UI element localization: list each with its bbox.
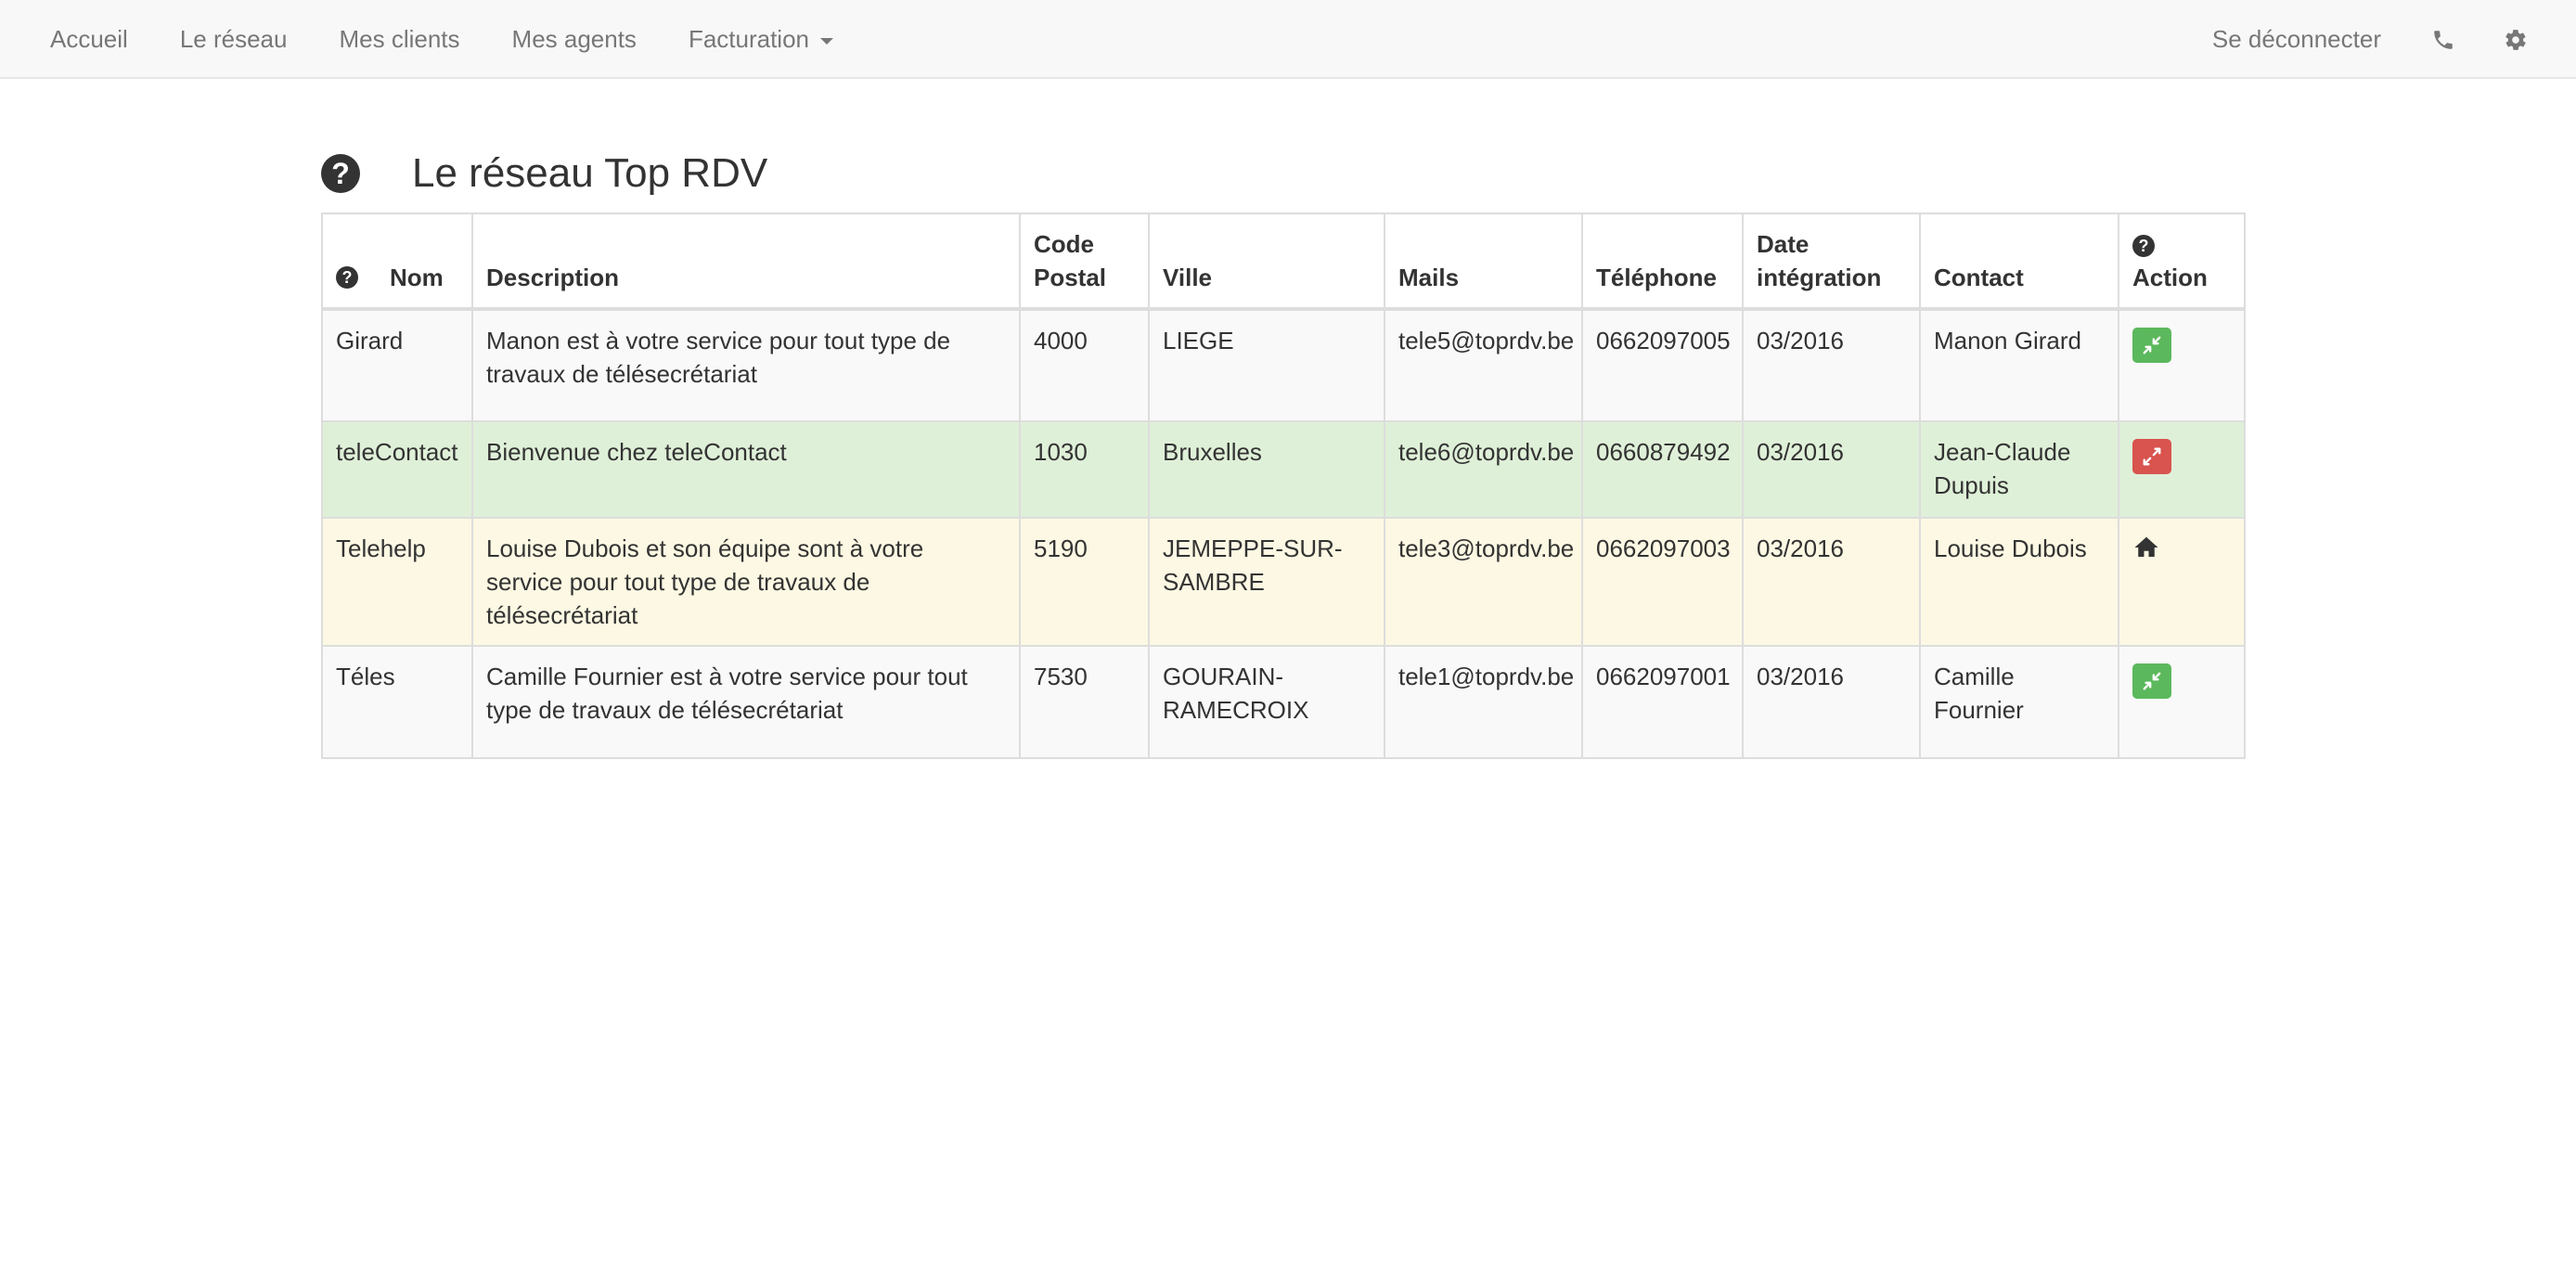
- help-icon[interactable]: ?: [2132, 235, 2155, 258]
- cell-ville: GOURAIN-RAMECROIX: [1148, 645, 1385, 759]
- table-row: Telehelp Louise Dubois et son équipe son…: [321, 517, 2246, 647]
- cell-telephone: 0662097001: [1581, 645, 1744, 759]
- cell-nom: Telehelp: [321, 517, 473, 647]
- cell-action: [2118, 645, 2246, 759]
- column-header-date-integration[interactable]: Date intégration: [1742, 212, 1921, 311]
- column-header-contact[interactable]: Contact: [1919, 212, 2119, 311]
- cell-description: Bienvenue chez teleContact: [471, 420, 1021, 519]
- navbar: Accueil Le réseau Mes clients Mes agents…: [0, 0, 2576, 79]
- cell-mail: tele5@toprdv.be: [1384, 308, 1583, 422]
- column-header-nom[interactable]: ? Nom: [321, 212, 473, 311]
- cell-contact: Manon Girard: [1919, 308, 2119, 422]
- column-header-code-postal-line2: Postal: [1034, 264, 1107, 291]
- nav-item-mes-agents[interactable]: Mes agents: [486, 25, 663, 54]
- cell-code-postal: 1030: [1019, 420, 1150, 519]
- cell-ville: Bruxelles: [1148, 420, 1385, 519]
- cell-contact: Jean-Claude Dupuis: [1919, 420, 2119, 519]
- column-header-action-label: Action: [2132, 264, 2208, 291]
- nav-item-facturation[interactable]: Facturation: [663, 25, 859, 54]
- cell-mail: tele6@toprdv.be: [1384, 420, 1583, 519]
- table-row: teleContact Bienvenue chez teleContact 1…: [321, 420, 2246, 519]
- column-header-date-line1: Date: [1757, 230, 1810, 258]
- nav-item-mes-clients[interactable]: Mes clients: [313, 25, 485, 54]
- cell-telephone: 0660879492: [1581, 420, 1744, 519]
- cell-date: 03/2016: [1742, 308, 1921, 422]
- column-header-mails[interactable]: Mails: [1384, 212, 1583, 311]
- cell-code-postal: 7530: [1019, 645, 1150, 759]
- column-header-telephone[interactable]: Téléphone: [1581, 212, 1744, 311]
- cell-mail: tele3@toprdv.be: [1384, 517, 1583, 647]
- column-header-code-postal[interactable]: Code Postal: [1019, 212, 1150, 311]
- compress-icon: [2143, 672, 2161, 690]
- cell-contact: Louise Dubois: [1919, 517, 2119, 647]
- table-header-row: ? Nom Description Code Postal Ville Mails …: [321, 212, 2246, 311]
- cell-code-postal: 4000: [1019, 308, 1150, 422]
- cell-telephone: 0662097003: [1581, 517, 1744, 647]
- nav-item-accueil[interactable]: Accueil: [24, 25, 154, 54]
- cell-nom: teleContact: [321, 420, 473, 519]
- caret-down-icon: [820, 37, 834, 45]
- table-row: Téles Camille Fournier est à votre servi…: [321, 645, 2246, 759]
- logout-link[interactable]: Se déconnecter: [2186, 25, 2407, 54]
- cell-date: 03/2016: [1742, 420, 1921, 519]
- network-table: ? Nom Description Code Postal Ville Mails …: [321, 212, 2246, 759]
- gear-icon[interactable]: [2479, 28, 2552, 52]
- cell-ville: LIEGE: [1148, 308, 1385, 422]
- expand-button[interactable]: [2132, 439, 2171, 474]
- nav-item-facturation-label: Facturation: [688, 25, 810, 53]
- cell-ville: JEMEPPE-SUR-SAMBRE: [1148, 517, 1385, 647]
- compress-button[interactable]: [2132, 663, 2171, 699]
- column-header-code-postal-line1: Code: [1034, 230, 1094, 258]
- home-icon[interactable]: [2132, 534, 2160, 561]
- cell-description: Camille Fournier est à votre service pou…: [471, 645, 1021, 759]
- cell-nom: Girard: [321, 308, 473, 422]
- cell-code-postal: 5190: [1019, 517, 1150, 647]
- column-header-ville[interactable]: Ville: [1148, 212, 1385, 311]
- table-row: Girard Manon est à votre service pour to…: [321, 308, 2246, 422]
- column-header-nom-label: Nom: [390, 264, 444, 291]
- phone-icon[interactable]: [2407, 28, 2479, 52]
- compress-icon: [2143, 336, 2161, 354]
- cell-action: [2118, 420, 2246, 519]
- help-icon[interactable]: ?: [336, 266, 358, 289]
- cell-description: Manon est à votre service pour tout type…: [471, 308, 1021, 422]
- compress-button[interactable]: [2132, 328, 2171, 363]
- expand-icon: [2143, 447, 2161, 466]
- column-header-description[interactable]: Description: [471, 212, 1021, 311]
- cell-contact: Camille Fournier: [1919, 645, 2119, 759]
- cell-action: [2118, 308, 2246, 422]
- column-header-date-line2: intégration: [1757, 264, 1882, 291]
- cell-date: 03/2016: [1742, 517, 1921, 647]
- cell-mail: tele1@toprdv.be: [1384, 645, 1583, 759]
- nav-left: Accueil Le réseau Mes clients Mes agents…: [24, 0, 859, 79]
- cell-action: [2118, 517, 2246, 647]
- cell-date: 03/2016: [1742, 645, 1921, 759]
- nav-item-le-reseau[interactable]: Le réseau: [154, 25, 314, 54]
- page-header: ? Le réseau Top RDV: [321, 148, 767, 199]
- cell-nom: Téles: [321, 645, 473, 759]
- page-title: Le réseau Top RDV: [412, 150, 768, 196]
- cell-telephone: 0662097005: [1581, 308, 1744, 422]
- column-header-action: ? Action: [2118, 212, 2246, 311]
- cell-description: Louise Dubois et son équipe sont à votre…: [471, 517, 1021, 647]
- help-icon[interactable]: ?: [321, 154, 360, 193]
- nav-right: Se déconnecter: [2186, 0, 2552, 79]
